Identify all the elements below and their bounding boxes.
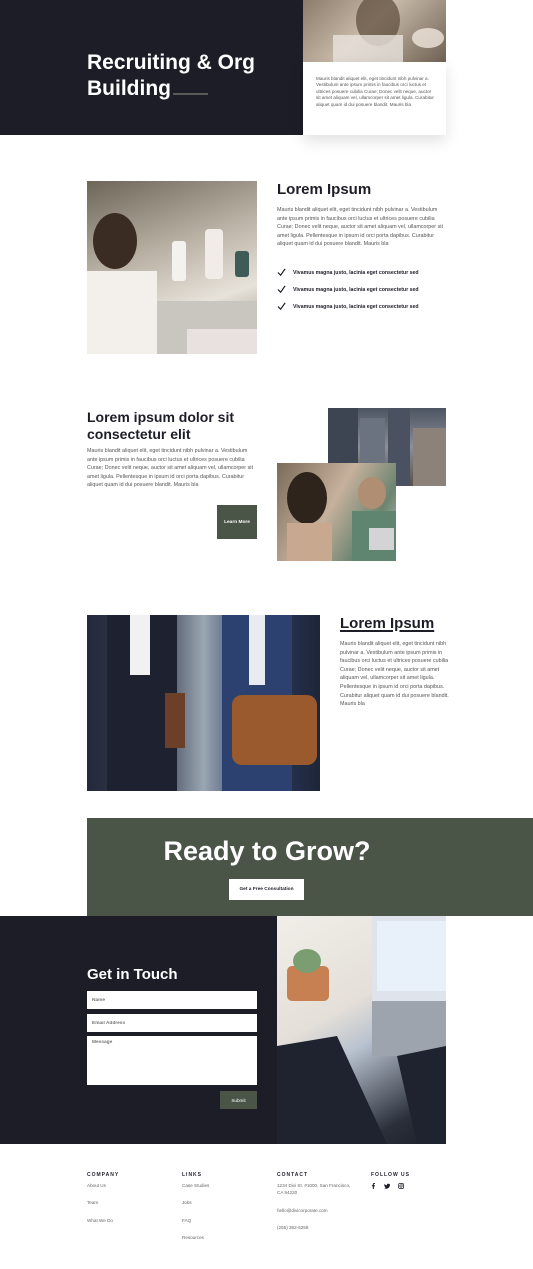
facebook-icon[interactable] [371, 1183, 376, 1189]
section3-body: Mauris blandit aliquet elit, eget tincid… [340, 641, 449, 708]
section1-title: Lorem Ipsum [277, 181, 372, 198]
check-item: Vivamus magna justo, lacinia eget consec… [277, 281, 457, 298]
cta-title: Ready to Grow? [163, 836, 371, 866]
hero-title-line2: Building [87, 77, 171, 100]
footer-contact-heading: CONTACT [277, 1172, 309, 1178]
footer-link-faq[interactable]: FAQ [182, 1218, 191, 1223]
submit-button[interactable]: Submit [220, 1091, 257, 1109]
name-field[interactable] [87, 991, 257, 1009]
footer-email[interactable]: hello@divicorporate.com [277, 1208, 328, 1213]
free-consultation-button[interactable]: Get a Free Consultation [229, 879, 304, 900]
section2-body: Mauris blandit aliquet elit, eget tincid… [87, 448, 253, 489]
email-field[interactable] [87, 1014, 257, 1032]
women-working-photo [87, 181, 257, 354]
section1-body: Mauris blandit aliquet elit, eget tincid… [277, 207, 443, 248]
section1-check-list: Vivamus magna justo, lacinia eget consec… [277, 264, 457, 315]
learn-more-button[interactable]: Learn More [217, 505, 257, 539]
footer-link-team[interactable]: Team [87, 1200, 98, 1205]
footer-link-what-we-do[interactable]: What We Do [87, 1218, 113, 1223]
footer-follow-heading: FOLLOW US [371, 1172, 410, 1178]
check-item: Vivamus magna justo, lacinia eget consec… [277, 298, 457, 315]
footer-phone: (255) 352-6258 [277, 1225, 309, 1230]
check-icon [277, 302, 286, 311]
hero-photo [303, 0, 446, 62]
hero-card-text: Mauris blandit aliquet elit, eget tincid… [316, 76, 434, 107]
laptop-photo [277, 916, 446, 1144]
instagram-icon[interactable] [398, 1183, 404, 1189]
footer-link-about[interactable]: About Us [87, 1183, 106, 1188]
message-field[interactable] [87, 1036, 257, 1085]
footer-link-resources[interactable]: Resources [182, 1235, 204, 1240]
cta-banner [87, 818, 533, 916]
check-icon [277, 268, 286, 277]
section3-title: Lorem Ipsum [340, 615, 435, 632]
footer-link-case-studies[interactable]: Case Studies [182, 1183, 209, 1188]
hero-title-line1: Recruiting & Org [87, 51, 256, 74]
check-item: Vivamus magna justo, lacinia eget consec… [277, 264, 457, 281]
footer-company-heading: COMPANY [87, 1172, 120, 1178]
twitter-icon[interactable] [384, 1183, 390, 1189]
businessmen-photo [87, 615, 320, 791]
section2-title: Lorem ipsum dolor sit consectetur elit [87, 409, 235, 442]
hero-title-underline [173, 93, 208, 95]
check-icon [277, 285, 286, 294]
colleagues-photo [277, 463, 396, 561]
contact-title: Get in Touch [87, 966, 178, 983]
footer-address: 1234 Divi St. #1000, San Francisco, CA 9… [277, 1183, 351, 1195]
footer-link-jobs[interactable]: Jobs [182, 1200, 192, 1205]
footer-links-heading: LINKS [182, 1172, 202, 1178]
social-icons [371, 1183, 404, 1189]
